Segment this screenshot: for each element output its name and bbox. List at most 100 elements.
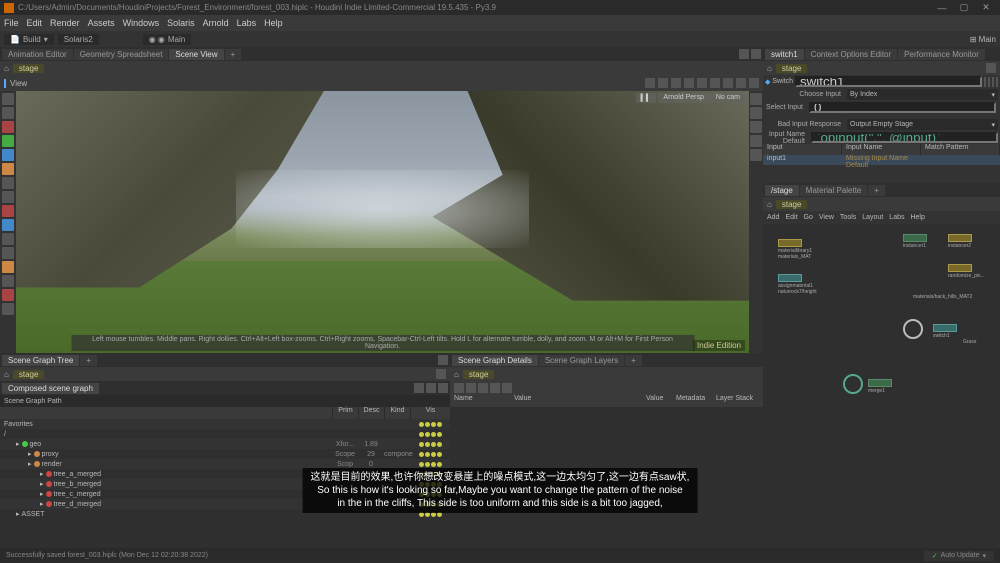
materials-icon[interactable]: [697, 78, 707, 88]
net-view[interactable]: View: [819, 214, 834, 221]
filter-icon[interactable]: [414, 383, 424, 393]
home-icon-sgd[interactable]: ⌂: [454, 370, 459, 379]
sgd-t1[interactable]: [454, 383, 464, 393]
geo-tool[interactable]: [2, 219, 14, 231]
paint-tool[interactable]: [2, 261, 14, 273]
col-vis[interactable]: Vis: [410, 407, 450, 419]
input-name-field[interactable]: [811, 132, 998, 143]
brush-tool[interactable]: [2, 177, 14, 189]
vertex-tool[interactable]: [2, 289, 14, 301]
minimize-button[interactable]: —: [932, 2, 952, 14]
desktop-selector[interactable]: 📄 Build ▾: [4, 34, 54, 45]
node-instancer1[interactable]: instancer1: [903, 234, 927, 249]
hidden-tool[interactable]: [2, 303, 14, 315]
menu-render[interactable]: Render: [50, 18, 80, 28]
col-kind[interactable]: Kind: [384, 407, 410, 419]
inspect-tool[interactable]: [2, 233, 14, 245]
menu-assets[interactable]: Assets: [88, 18, 115, 28]
tab-sg-layers[interactable]: Scene Graph Layers: [539, 355, 624, 366]
display-opt-4[interactable]: [750, 135, 762, 147]
net-labs[interactable]: Labs: [889, 214, 904, 221]
tab-scene-view[interactable]: Scene View: [169, 49, 223, 60]
hdr-value[interactable]: Value: [510, 395, 643, 407]
sgt-menu-icon[interactable]: [438, 355, 448, 365]
construction-tool[interactable]: [2, 275, 14, 287]
sw-pin-icon[interactable]: [986, 63, 996, 73]
camera-dropdown[interactable]: No cam: [711, 93, 745, 103]
node-assignmaterial[interactable]: assignmaterial1naturrock7/height: [778, 274, 817, 295]
sw-info-icon[interactable]: [988, 77, 990, 87]
net-stage[interactable]: stage: [776, 200, 808, 209]
menu-solaris[interactable]: Solaris: [167, 18, 195, 28]
node-materiallibrary[interactable]: materiallibrary1materials_MAT: [778, 239, 812, 260]
sgd-t4[interactable]: [490, 383, 500, 393]
display-opt-5[interactable]: [750, 149, 762, 161]
gear-icon[interactable]: [749, 78, 759, 88]
sgt-pin-icon[interactable]: [436, 369, 446, 379]
tree-row[interactable]: ▸ geoXfor...1.89: [0, 439, 450, 449]
net-go[interactable]: Go: [804, 214, 813, 221]
panel-menu-icon[interactable]: [739, 49, 749, 59]
tab-composed[interactable]: Composed scene graph: [2, 383, 99, 394]
node-ring-1[interactable]: [903, 319, 923, 339]
secondary-main[interactable]: ⊞ Main: [970, 35, 996, 44]
tab-switch1[interactable]: switch1: [765, 49, 804, 60]
input-table-row[interactable]: input1 Missing Input Name Default: [763, 155, 1000, 165]
hdr-layer-stack[interactable]: Layer Stack: [713, 395, 763, 407]
collapse-icon[interactable]: [438, 383, 448, 393]
switch-stage[interactable]: stage: [776, 64, 808, 73]
node-instancer2[interactable]: instancer2: [948, 234, 972, 249]
tab-add-sgd[interactable]: +: [625, 355, 642, 366]
node-switch[interactable]: switch1: [933, 324, 957, 339]
pause-render-button[interactable]: ▍▍: [636, 93, 657, 103]
home-icon-sgt[interactable]: ⌂: [4, 370, 9, 379]
tab-context-options[interactable]: Context Options Editor: [805, 49, 897, 60]
move-tool[interactable]: [2, 107, 14, 119]
net-edit[interactable]: Edit: [785, 214, 797, 221]
node-back-hills[interactable]: materials/back_hills_MAT2: [913, 294, 972, 300]
menu-labs[interactable]: Labs: [237, 18, 257, 28]
close-button[interactable]: ✕: [976, 2, 996, 14]
node-grass[interactable]: Grass: [963, 339, 976, 345]
tab-sg-details[interactable]: Scene Graph Details: [452, 355, 538, 366]
sw-help-icon[interactable]: [992, 77, 994, 87]
snap-tool[interactable]: [2, 163, 14, 175]
hdr-value2[interactable]: Value: [643, 395, 673, 407]
select-tool[interactable]: [2, 93, 14, 105]
main-selector[interactable]: ◉ ◉ Main: [143, 34, 192, 45]
network-view[interactable]: materiallibrary1materials_MAT assignmate…: [763, 224, 1000, 548]
sgd-stage[interactable]: stage: [463, 370, 495, 379]
col-desc[interactable]: Desc: [358, 407, 384, 419]
bad-input-dropdown[interactable]: Output Empty Stage▾: [847, 119, 998, 130]
menu-arnold[interactable]: Arnold: [203, 18, 229, 28]
transform-tool[interactable]: [2, 149, 14, 161]
col-prim[interactable]: Prim: [332, 407, 358, 419]
net-tools[interactable]: Tools: [840, 214, 856, 221]
axis-icon[interactable]: [671, 78, 681, 88]
sort-icon[interactable]: [426, 383, 436, 393]
viewport[interactable]: ▍▍ Arnold Persp No cam Left mouse tumble…: [16, 91, 749, 353]
node-ring-2[interactable]: [843, 374, 863, 394]
tab-performance[interactable]: Performance Monitor: [898, 49, 985, 60]
tree-row[interactable]: Favorites: [0, 419, 450, 429]
hdr-metadata[interactable]: Metadata: [673, 395, 713, 407]
lights-icon[interactable]: [684, 78, 694, 88]
rotate-tool[interactable]: [2, 121, 14, 133]
display-opt-1[interactable]: [750, 93, 762, 105]
menu-file[interactable]: File: [4, 18, 19, 28]
tree-row[interactable]: /: [0, 429, 450, 439]
options-icon[interactable]: [736, 78, 746, 88]
sgd-t2[interactable]: [466, 383, 476, 393]
menu-help[interactable]: Help: [264, 18, 283, 28]
node-merge[interactable]: merge1: [868, 379, 892, 394]
sw-ext-icon[interactable]: [996, 77, 998, 87]
scale-tool[interactable]: [2, 135, 14, 147]
display-opt-3[interactable]: [750, 121, 762, 133]
stage-label[interactable]: stage: [13, 64, 45, 73]
home-icon-net[interactable]: ⌂: [767, 200, 772, 209]
tree-row[interactable]: ▸ proxyScope29compone: [0, 449, 450, 459]
choose-input-dropdown[interactable]: By Index▾: [847, 89, 998, 100]
tab-add-net[interactable]: +: [868, 185, 885, 196]
home-icon[interactable]: ⌂: [4, 64, 9, 73]
measure-tool[interactable]: [2, 247, 14, 259]
